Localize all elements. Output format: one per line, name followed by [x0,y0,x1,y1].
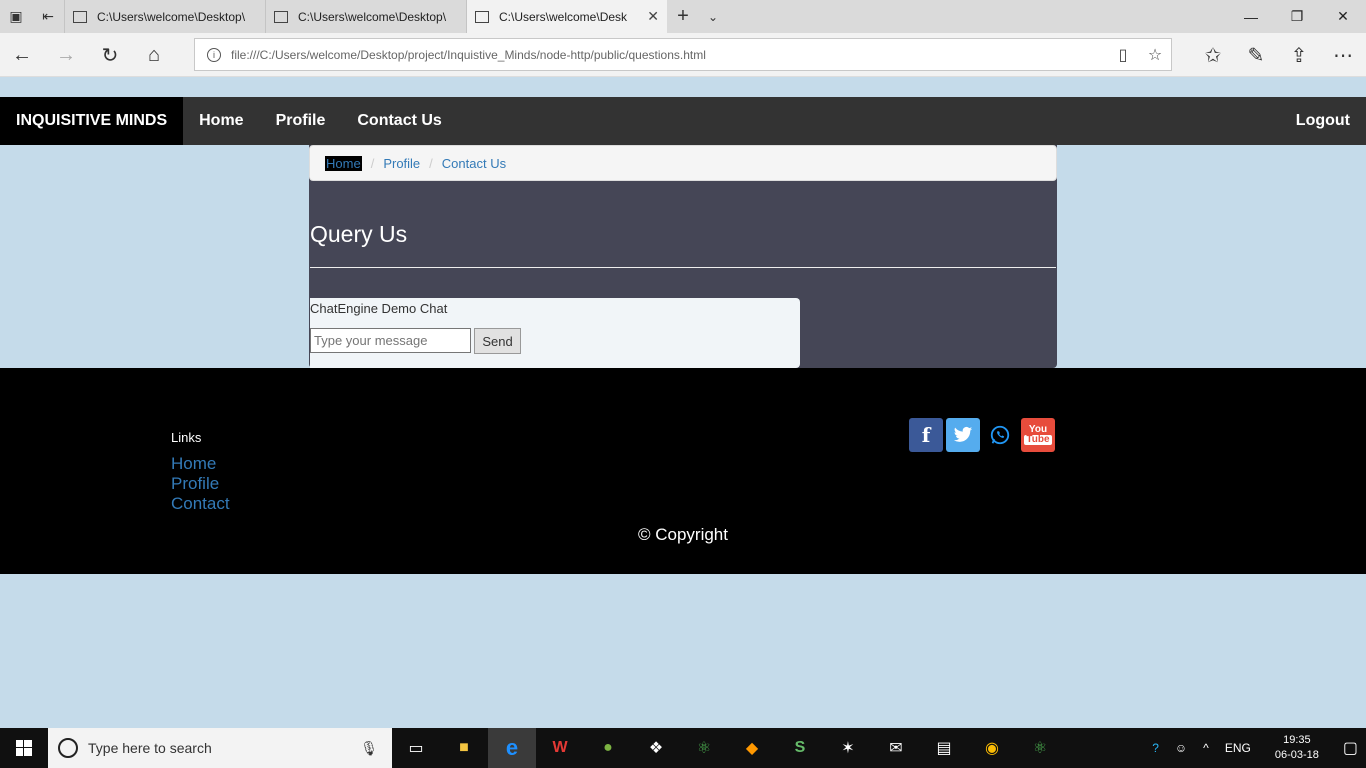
favorites-list-icon[interactable]: ✩ [1197,39,1229,71]
reading-view-icon[interactable]: ▯ [1107,45,1139,65]
chat-title: ChatEngine Demo Chat [310,301,448,316]
site-footer: Links Home Profile Contact f You Tube © C… [0,368,1366,574]
browser-tab-active[interactable]: C:\Users\welcome\Desk ✕ [466,0,667,33]
footer-links-title: Links [171,430,202,445]
tab-title: C:\Users\welcome\Desktop\ [298,9,447,24]
file-explorer-icon[interactable]: ■ [440,728,488,768]
browser-tab[interactable]: C:\Users\welcome\Desktop\ [265,0,466,33]
windows-taskbar: Type here to search 🎙 ▭ ■ e W ● ❖ ⚛ ◆ S … [0,728,1366,768]
forward-icon[interactable]: → [50,39,82,71]
page-title: Query Us [310,221,408,247]
people-icon[interactable]: ☺ [1167,741,1195,755]
notes-pen-icon[interactable]: ✎ [1240,39,1272,71]
breadcrumb-profile[interactable]: Profile [383,156,420,171]
page-icon [73,10,87,23]
new-tab-icon[interactable]: + [667,0,699,33]
task-view-icon[interactable]: ▭ [392,728,440,768]
system-tray: ? ☺ ^ ENG 19:35 06-03-18 ▢ [1144,728,1366,768]
refresh-icon[interactable]: ↻ [94,39,126,71]
message-input[interactable] [310,328,471,353]
address-bar[interactable]: i file:///C:/Users/welcome/Desktop/proje… [194,38,1172,71]
info-icon[interactable]: i [207,47,221,62]
taskbar-search-box[interactable]: Type here to search 🎙 [48,728,392,768]
slides-icon[interactable]: S [776,728,824,768]
url-text: file:///C:/Users/welcome/Desktop/project… [231,47,706,62]
facebook-icon[interactable]: f [909,418,943,452]
nav-home-link[interactable]: Home [183,97,259,145]
browser-toolbar: ← → ↻ ⌂ i file:///C:/Users/welcome/Deskt… [0,33,1366,77]
divider [310,267,1056,268]
tab-title: C:\Users\welcome\Desktop\ [97,9,246,24]
close-tab-icon[interactable]: ✕ [647,8,659,25]
windows-start-icon[interactable] [0,728,48,768]
microphone-icon[interactable]: 🎙 [360,740,378,757]
language-indicator[interactable]: ENG [1217,741,1259,755]
terminal-icon[interactable]: ▤ [920,728,968,768]
send-button[interactable]: Send [474,328,521,354]
page-icon [475,10,489,23]
share-icon[interactable]: ⇪ [1283,39,1315,71]
footer-home-link[interactable]: Home [171,454,216,474]
breadcrumb-home[interactable]: Home [325,155,362,171]
page-icon [274,10,288,23]
breadcrumb-contact[interactable]: Contact Us [442,156,506,171]
main-card: Home / Profile / Contact Us Query Us Cha… [309,145,1057,368]
help-icon[interactable]: ? [1144,741,1167,755]
tab-manager-icon[interactable]: ▣ [0,0,32,33]
mail-icon[interactable]: ✉ [872,728,920,768]
breadcrumb-separator: / [370,155,375,171]
cortana-icon [58,738,78,758]
chat-widget: ChatEngine Demo Chat Send [310,298,800,368]
minimize-icon[interactable]: — [1228,0,1274,33]
clock[interactable]: 19:35 06-03-18 [1259,733,1335,763]
wps-office-icon[interactable]: W [536,728,584,768]
tab-title: C:\Users\welcome\Desk [499,9,628,24]
copyright-text: © Copyright [637,525,728,544]
nav-contact-link[interactable]: Contact Us [341,97,457,145]
clock-date: 06-03-18 [1274,749,1319,761]
restore-icon[interactable]: ❐ [1274,0,1320,33]
chevron-up-icon[interactable]: ^ [1195,741,1217,755]
clock-time: 19:35 [1283,734,1311,746]
close-window-icon[interactable]: ✕ [1320,0,1366,33]
atom-icon[interactable]: ⚛ [1016,728,1064,768]
breadcrumb-separator: / [429,155,433,171]
notifications-icon[interactable]: ▢ [1335,738,1366,758]
logout-link[interactable]: Logout [1280,112,1366,130]
footer-profile-link[interactable]: Profile [171,474,219,494]
browser-tab[interactable]: C:\Users\welcome\Desktop\ [64,0,265,33]
more-icon[interactable]: ⋯ [1327,39,1359,71]
chevron-down-icon[interactable]: ⌄ [699,0,727,33]
sublime-icon[interactable]: ◆ [728,728,776,768]
chrome-icon[interactable]: ◉ [968,728,1016,768]
set-aside-tabs-icon[interactable]: ⇤ [32,0,64,33]
browser-tab-bar: ▣ ⇤ C:\Users\welcome\Desktop\ C:\Users\w… [0,0,1366,33]
dropbox-icon[interactable]: ❖ [632,728,680,768]
breadcrumb: Home / Profile / Contact Us [309,145,1057,181]
search-placeholder: Type here to search [88,740,212,756]
twitter-icon[interactable] [946,418,980,452]
evernote-icon[interactable]: ● [584,728,632,768]
whatsapp-icon[interactable] [983,418,1017,452]
home-icon[interactable]: ⌂ [138,39,170,71]
favorite-star-icon[interactable]: ☆ [1139,45,1171,65]
footer-contact-link[interactable]: Contact [171,494,230,514]
brand-logo[interactable]: INQUISITIVE MINDS [0,97,184,145]
nav-profile-link[interactable]: Profile [260,97,342,145]
site-navbar: INQUISITIVE MINDS Home Profile Contact U… [0,97,1366,145]
gimp-icon[interactable]: ✶ [824,728,872,768]
back-icon[interactable]: ← [6,39,38,71]
youtube-icon[interactable]: You Tube [1021,418,1055,452]
atom-icon[interactable]: ⚛ [680,728,728,768]
edge-browser-icon[interactable]: e [488,728,536,768]
